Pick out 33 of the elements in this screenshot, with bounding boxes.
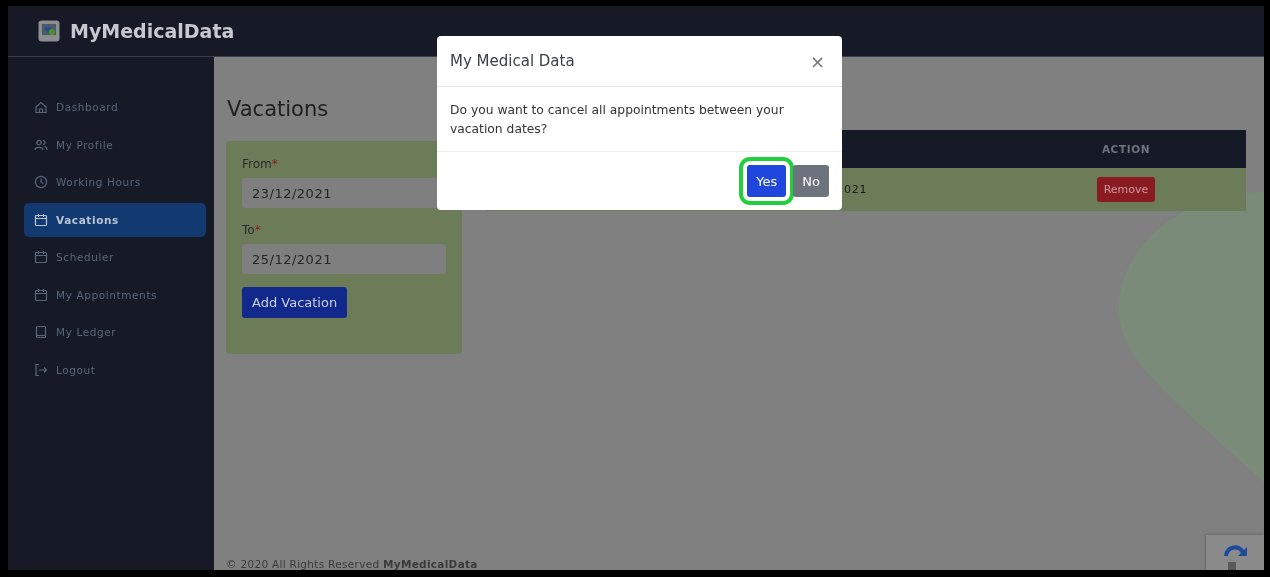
calendar-icon [34, 287, 48, 302]
cancel-button[interactable]: No [793, 165, 829, 197]
sidebar-item[interactable]: Dashboard [24, 90, 206, 124]
table-cell-text: 021 [844, 183, 869, 196]
brand-title: MyMedicalData [70, 20, 235, 42]
calendar-icon [34, 250, 48, 264]
add-vacation-button[interactable]: Add Vacation [242, 287, 348, 318]
dialog-title: My Medical Data [450, 52, 575, 70]
sidebar-item[interactable]: My Profile [24, 127, 206, 162]
sidebar-item[interactable]: Working Hours [24, 165, 206, 199]
dialog-message: Do you want to cancel all appointments between your vacation dates? [437, 87, 842, 152]
remove-button[interactable]: Remove [1096, 177, 1156, 202]
people-icon [34, 137, 48, 152]
clock-icon [34, 175, 48, 189]
book-icon [34, 325, 48, 339]
required-mark: * [254, 223, 261, 237]
close-button[interactable]: × [805, 50, 829, 72]
required-mark: * [271, 157, 278, 171]
footer-text: © 2020 All Rights Reserved MyMedicalData [226, 558, 478, 570]
field-label: To [242, 223, 255, 237]
sidebar-item[interactable]: Scheduler [24, 240, 206, 274]
page-title: Vacations [227, 97, 329, 123]
field-label: From [242, 157, 272, 171]
calendar-icon [34, 212, 48, 227]
sidebar-item[interactable]: Vacations [24, 202, 206, 237]
home-icon [34, 100, 48, 114]
logo-icon [38, 20, 60, 42]
logout-icon [34, 362, 48, 377]
sidebar-item[interactable]: My Appointments [24, 277, 206, 312]
column-header: ACTION [1101, 143, 1151, 155]
date-field[interactable]: 25/12/2021 [242, 244, 446, 274]
sidebar-item[interactable]: My Ledger [24, 315, 206, 349]
sidebar-item[interactable]: Logout [24, 352, 206, 387]
